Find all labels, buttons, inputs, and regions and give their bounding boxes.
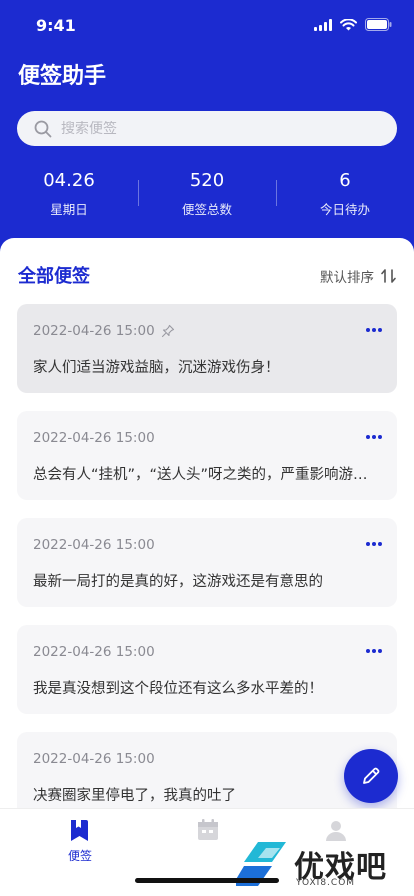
- note-time: 2022-04-26 15:00: [33, 323, 175, 339]
- note-time-text: 2022-04-26 15:00: [33, 644, 155, 660]
- status-time: 9:41: [36, 16, 76, 35]
- note-time-text: 2022-04-26 15:00: [33, 323, 155, 339]
- note-text: 最新一局打的是真的好，这游戏还是有意思的: [33, 574, 323, 590]
- screen: 9:41 便签助手 搜索便签 04.26 星期日 520 便签总数 6 今日待办…: [0, 0, 414, 896]
- note-card[interactable]: 2022-04-26 15:00 我是真没想到这个段位还有这么多水平差的！: [17, 625, 397, 714]
- edit-icon: [363, 767, 380, 784]
- note-time: 2022-04-26 15:00: [33, 644, 155, 660]
- note-time-text: 2022-04-26 15:00: [33, 751, 155, 767]
- tab-calendar[interactable]: [178, 817, 238, 847]
- home-indicator: [135, 878, 279, 883]
- wifi-icon: [340, 18, 357, 30]
- calendar-icon: [198, 819, 218, 840]
- new-note-button[interactable]: [344, 749, 398, 803]
- header: 9:41 便签助手 搜索便签 04.26 星期日 520 便签总数 6 今日待办: [0, 0, 414, 262]
- note-list: 2022-04-26 15:00 家人们适当游戏益脑，沉迷游戏伤身！ 2022-…: [17, 304, 397, 808]
- more-icon[interactable]: [365, 431, 383, 443]
- stat-todo-today: 6 今日待办: [276, 170, 414, 220]
- notes-panel: 全部便签 默认排序 2022-04-26 15:00 家人们适当游戏益脑，沉迷游…: [0, 238, 414, 808]
- status-icons: [314, 18, 392, 31]
- note-card[interactable]: 2022-04-26 15:00 家人们适当游戏益脑，沉迷游戏伤身！: [17, 304, 397, 393]
- stats-row: 04.26 星期日 520 便签总数 6 今日待办: [0, 170, 414, 220]
- note-card[interactable]: 2022-04-26 15:00 最新一局打的是真的好，这游戏还是有意思的: [17, 518, 397, 607]
- battery-icon: [365, 18, 392, 31]
- note-text: 决赛圈家里停电了，我真的吐了: [33, 788, 236, 804]
- stat-todo-today-label: 今日待办: [319, 202, 370, 217]
- tab-notes-label: 便签: [67, 849, 92, 863]
- status-bar: 9:41: [0, 0, 414, 50]
- stat-total-notes: 520 便签总数: [138, 170, 276, 220]
- signal-icon: [314, 18, 332, 31]
- watermark-url: YOXI8.COM: [296, 878, 356, 888]
- search-bar[interactable]: [17, 111, 397, 146]
- sort-icon: [381, 269, 396, 283]
- tab-notes[interactable]: 便签: [50, 817, 110, 864]
- section-header: 全部便签 默认排序: [18, 262, 398, 290]
- bookmark-icon: [71, 820, 88, 841]
- note-time-text: 2022-04-26 15:00: [33, 430, 155, 446]
- search-input[interactable]: [61, 120, 361, 137]
- section-title: 全部便签: [18, 266, 90, 287]
- stat-date: 04.26 星期日: [0, 170, 138, 220]
- stat-total-notes-label: 便签总数: [181, 202, 232, 217]
- stat-total-notes-value: 520: [189, 170, 225, 191]
- note-time: 2022-04-26 15:00: [33, 430, 155, 446]
- note-text: 总会有人“挂机”，“送人头”呀之类的，严重影响游戏体验: [33, 467, 378, 483]
- search-icon: [34, 120, 52, 137]
- note-time: 2022-04-26 15:00: [33, 537, 155, 553]
- pin-icon: [161, 324, 174, 338]
- note-card[interactable]: 2022-04-26 15:00 决赛圈家里停电了，我真的吐了: [17, 732, 397, 808]
- stat-todo-today-value: 6: [339, 170, 351, 191]
- more-icon[interactable]: [365, 538, 383, 550]
- more-icon[interactable]: [365, 645, 383, 657]
- note-time: 2022-04-26 15:00: [33, 751, 155, 767]
- more-icon[interactable]: [365, 324, 383, 336]
- stat-date-label: 星期日: [50, 202, 88, 217]
- note-card[interactable]: 2022-04-26 15:00 总会有人“挂机”，“送人头”呀之类的，严重影响…: [17, 411, 397, 500]
- note-text: 家人们适当游戏益脑，沉迷游戏伤身！: [33, 360, 280, 376]
- note-text: 我是真没想到这个段位还有这么多水平差的！: [33, 681, 323, 697]
- watermark-logo: 优戏吧 YOXI8.COM: [236, 836, 406, 892]
- note-time-text: 2022-04-26 15:00: [33, 537, 155, 553]
- app-title: 便签助手: [18, 64, 107, 89]
- stat-date-value: 04.26: [43, 170, 95, 191]
- sort-button[interactable]: 默认排序: [320, 266, 398, 286]
- sort-label: 默认排序: [320, 270, 374, 286]
